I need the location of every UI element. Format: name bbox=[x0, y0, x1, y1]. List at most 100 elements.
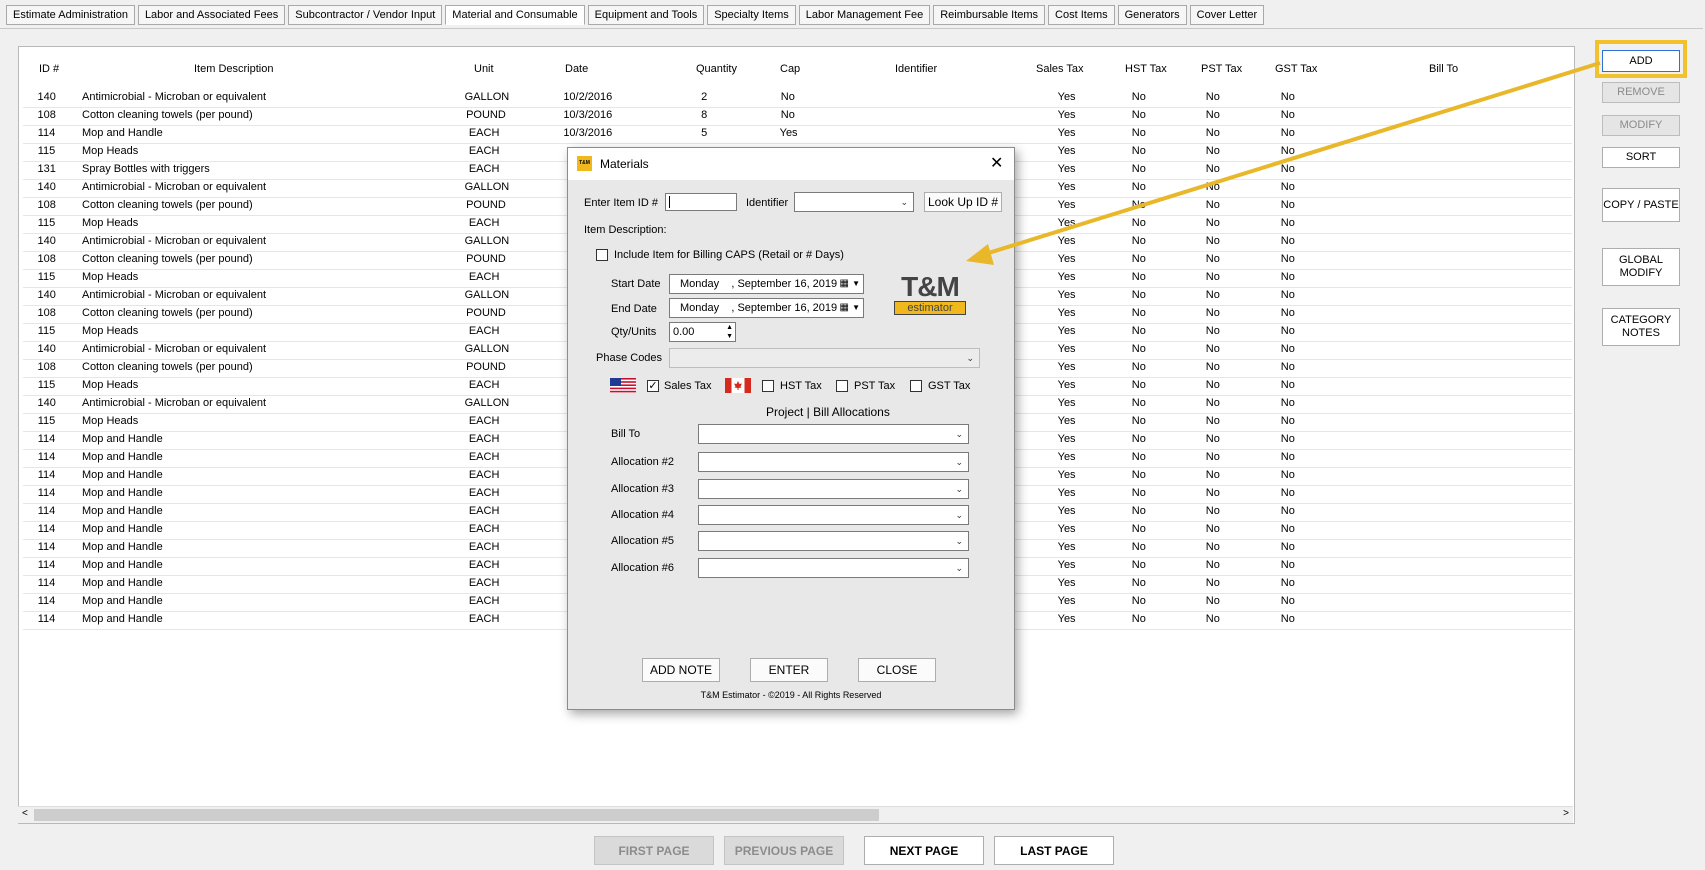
table-cell: 115 bbox=[37, 415, 56, 427]
tab-labor-and-associated-fees[interactable]: Labor and Associated Fees bbox=[137, 5, 286, 25]
tab-specialty-items[interactable]: Specialty Items bbox=[707, 5, 796, 25]
table-cell: 10/2/2016 bbox=[563, 91, 613, 103]
next-page-button[interactable]: NEXT PAGE bbox=[864, 836, 984, 865]
table-cell: Cotton cleaning towels (per pound) bbox=[82, 361, 253, 373]
table-cell: Yes bbox=[1057, 307, 1076, 319]
table-cell: EACH bbox=[468, 325, 500, 337]
column-header[interactable]: Identifier bbox=[895, 63, 937, 75]
column-header[interactable]: Cap bbox=[780, 63, 800, 75]
materials-dialog: T&M Materials ✕ Enter Item ID # Identifi… bbox=[567, 147, 1015, 710]
table-cell: No bbox=[1131, 433, 1146, 445]
table-cell: No bbox=[1205, 541, 1220, 553]
tab-labor-management-fee[interactable]: Labor Management Fee bbox=[798, 5, 931, 25]
allocation-6-label: Allocation #6 bbox=[611, 562, 674, 574]
table-cell: Spray Bottles with triggers bbox=[82, 163, 210, 175]
column-header[interactable]: ID # bbox=[39, 63, 59, 75]
item-id-input[interactable] bbox=[665, 193, 737, 211]
tab-material-and-consumable[interactable]: Material and Consumable bbox=[445, 5, 585, 25]
table-cell: EACH bbox=[468, 415, 500, 427]
table-cell: No bbox=[1280, 343, 1295, 355]
allocation-2-select[interactable]: ⌄ bbox=[698, 452, 969, 472]
calendar-icon[interactable]: ▦ bbox=[840, 302, 849, 313]
table-cell: No bbox=[1131, 559, 1146, 571]
table-cell: No bbox=[1280, 415, 1295, 427]
pst-tax-label: PST Tax bbox=[854, 380, 896, 392]
modify-button[interactable]: MODIFY bbox=[1602, 115, 1680, 136]
column-header[interactable]: Date bbox=[565, 63, 588, 75]
tab-estimate-administration[interactable]: Estimate Administration bbox=[6, 5, 135, 25]
horizontal-scrollbar[interactable]: < > bbox=[18, 806, 1573, 823]
phase-codes-select[interactable]: ⌄ bbox=[669, 348, 980, 368]
table-cell: Antimicrobial - Microban or equivalent bbox=[82, 91, 267, 103]
us-flag-icon bbox=[610, 378, 636, 393]
scroll-left-icon[interactable]: < bbox=[22, 808, 28, 819]
bill-to-select[interactable]: ⌄ bbox=[698, 424, 969, 444]
table-cell: 114 bbox=[37, 469, 56, 481]
table-cell: Mop Heads bbox=[82, 379, 139, 391]
table-cell: No bbox=[1131, 379, 1146, 391]
end-date-picker[interactable]: Monday , September 16, 2019 ▦ ▼ bbox=[669, 298, 864, 318]
allocation-3-select[interactable]: ⌄ bbox=[698, 479, 969, 499]
table-cell: Mop and Handle bbox=[82, 559, 163, 571]
table-cell: Antimicrobial - Microban or equivalent bbox=[82, 343, 267, 355]
table-cell: 108 bbox=[37, 361, 56, 373]
remove-button[interactable]: REMOVE bbox=[1602, 82, 1680, 103]
allocation-6-select[interactable]: ⌄ bbox=[698, 558, 969, 578]
table-cell: 8 bbox=[701, 109, 708, 121]
stepper-arrows-icon[interactable]: ▲ ▼ bbox=[726, 323, 733, 341]
calendar-icon[interactable]: ▦ bbox=[840, 278, 849, 289]
table-cell: No bbox=[1280, 361, 1295, 373]
previous-page-button[interactable]: PREVIOUS PAGE bbox=[724, 836, 844, 865]
copy-paste-button[interactable]: COPY / PASTE bbox=[1602, 188, 1680, 222]
enter-button[interactable]: ENTER bbox=[750, 658, 828, 682]
table-cell: Antimicrobial - Microban or equivalent bbox=[82, 289, 267, 301]
table-cell: GALLON bbox=[464, 235, 510, 247]
global-modify-button[interactable]: GLOBAL MODIFY bbox=[1602, 248, 1680, 286]
table-cell: No bbox=[1205, 361, 1220, 373]
qty-units-stepper[interactable]: 0.00 ▲ ▼ bbox=[669, 322, 736, 342]
dialog-footer: T&M Estimator - ©2019 - All Rights Reser… bbox=[700, 690, 882, 700]
hst-tax-checkbox[interactable] bbox=[762, 380, 774, 392]
sales-tax-checkbox[interactable]: ✓ bbox=[647, 380, 659, 392]
table-cell: No bbox=[1131, 397, 1146, 409]
start-date-picker[interactable]: Monday , September 16, 2019 ▦ ▼ bbox=[669, 274, 864, 294]
category-notes-button[interactable]: CATEGORY NOTES bbox=[1602, 308, 1680, 346]
table-cell: No bbox=[1280, 523, 1295, 535]
allocation-4-label: Allocation #4 bbox=[611, 509, 674, 521]
tab-subcontractor-vendor-input[interactable]: Subcontractor / Vendor Input bbox=[288, 5, 443, 25]
include-caps-checkbox[interactable] bbox=[596, 249, 608, 261]
table-cell: Yes bbox=[1057, 595, 1076, 607]
column-header[interactable]: Unit bbox=[474, 63, 494, 75]
scroll-thumb[interactable] bbox=[34, 809, 879, 821]
pst-tax-checkbox[interactable] bbox=[836, 380, 848, 392]
tm-estimator-logo: T&M estimator bbox=[894, 273, 966, 315]
table-cell: EACH bbox=[468, 145, 500, 157]
close-button[interactable]: CLOSE bbox=[858, 658, 936, 682]
sort-button[interactable]: SORT bbox=[1602, 147, 1680, 168]
table-cell: No bbox=[1280, 289, 1295, 301]
tab-generators[interactable]: Generators bbox=[1117, 5, 1187, 25]
tab-cost-items[interactable]: Cost Items bbox=[1048, 5, 1115, 25]
column-header[interactable]: Quantity bbox=[696, 63, 737, 75]
tab-cover-letter[interactable]: Cover Letter bbox=[1189, 5, 1265, 25]
column-header[interactable]: Item Description bbox=[194, 63, 273, 75]
table-cell: 115 bbox=[37, 325, 56, 337]
table-cell: GALLON bbox=[464, 181, 510, 193]
table-cell: Mop and Handle bbox=[82, 487, 163, 499]
chevron-down-icon[interactable]: ▼ bbox=[852, 303, 860, 312]
item-description-label: Item Description: bbox=[584, 224, 667, 236]
scroll-right-icon[interactable]: > bbox=[1563, 808, 1569, 819]
table-cell: Mop and Handle bbox=[82, 613, 163, 625]
allocation-5-select[interactable]: ⌄ bbox=[698, 531, 969, 551]
tab-equipment-and-tools[interactable]: Equipment and Tools bbox=[587, 5, 705, 25]
identifier-select[interactable]: ⌄ bbox=[794, 192, 914, 212]
last-page-button[interactable]: LAST PAGE bbox=[994, 836, 1114, 865]
first-page-button[interactable]: FIRST PAGE bbox=[594, 836, 714, 865]
tab-reimbursable-items[interactable]: Reimbursable Items bbox=[933, 5, 1046, 25]
gst-tax-checkbox[interactable] bbox=[910, 380, 922, 392]
table-cell: No bbox=[1131, 487, 1146, 499]
allocation-4-select[interactable]: ⌄ bbox=[698, 505, 969, 525]
table-cell: 108 bbox=[37, 199, 56, 211]
chevron-down-icon[interactable]: ▼ bbox=[852, 279, 860, 288]
add-note-button[interactable]: ADD NOTE bbox=[642, 658, 720, 682]
